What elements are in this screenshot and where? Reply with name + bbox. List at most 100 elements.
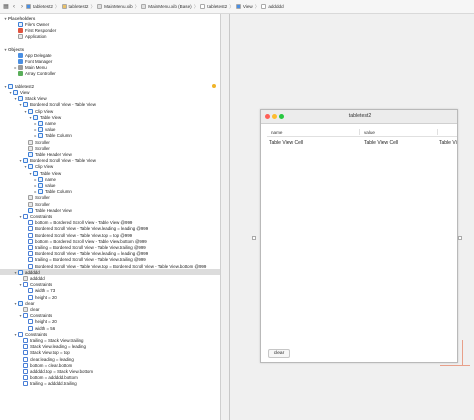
outline-label: Bordered Scroll View - Table View.top = …: [35, 263, 207, 269]
object-icon: [18, 65, 23, 71]
object-icon: [28, 108, 33, 114]
breadcrumb-separator: 〉: [54, 3, 60, 9]
outline-label: Constraints: [30, 313, 53, 319]
window-title: tabletest2: [348, 113, 372, 119]
object-icon: [38, 127, 43, 133]
constraint-icon: [23, 313, 28, 319]
column-divider: [359, 129, 360, 135]
outline-label: First Responder: [25, 27, 57, 33]
outline-label: height = 20: [35, 319, 57, 325]
outline-label: Stack View.top = top: [30, 350, 70, 356]
breadcrumb-item[interactable]: addddd: [261, 4, 284, 9]
breadcrumb-item[interactable]: MainMenu.xib (Base) 〉: [141, 4, 198, 10]
file-icon: [61, 4, 67, 9]
file-icon: [97, 4, 103, 9]
breadcrumb-item[interactable]: View 〉: [235, 3, 260, 10]
constraint-icon: [28, 294, 33, 300]
constraint-icon: [28, 251, 33, 257]
outline-label: value: [45, 127, 56, 133]
outline-label: trailing = Bordered Scroll View - Table …: [35, 257, 146, 263]
constraint-icon: [23, 356, 28, 362]
outline-label: Clip View: [35, 164, 54, 170]
breadcrumb-separator: 〉: [229, 3, 234, 9]
constraint-icon: [23, 350, 28, 356]
document-outline: ▾ Placeholders File's Owner First Responder…: [0, 14, 221, 420]
clear-button[interactable]: clear: [268, 349, 290, 358]
breadcrumb-label: tabletest2: [207, 4, 228, 9]
table-cell[interactable]: Table View: [439, 139, 457, 147]
app-window-preview[interactable]: tabletest2 name value Table View Cell Ta…: [260, 109, 458, 363]
object-icon: [28, 164, 33, 170]
outline-label: Bordered Scroll View - Table View: [30, 102, 96, 108]
object-icon: [18, 269, 23, 275]
outline-label: Constraints: [25, 331, 48, 337]
constraint-icon: [18, 331, 23, 337]
outline-label: Table Header View: [35, 151, 72, 157]
outline-label: bottom = Bordered Scroll View - Table Vi…: [35, 220, 133, 226]
breadcrumb-label: tabletest2: [68, 4, 89, 9]
outline-label: Table View: [40, 170, 62, 176]
outline-label: Stack View: [25, 96, 47, 102]
constraint-icon: [23, 337, 28, 343]
file-icon: [261, 4, 267, 9]
object-icon: [18, 34, 23, 40]
outline-label: View: [20, 89, 30, 95]
outline-row[interactable]: trailing = addddd.trailing: [0, 381, 220, 387]
outline-label: Objects: [8, 46, 25, 52]
outline-label: Constraints: [30, 213, 53, 219]
breadcrumb-item[interactable]: tabletest2 〉: [200, 4, 234, 10]
breadcrumb-label: MainMenu.xib: [104, 4, 133, 9]
table-view[interactable]: name value Table View Cell Table View Ce…: [267, 128, 457, 348]
forward-arrow-icon[interactable]: ›: [18, 3, 26, 11]
outline-label: Scroller: [35, 201, 50, 207]
object-icon: [18, 71, 23, 77]
constraint-icon: [28, 238, 33, 244]
breadcrumb-label: addddd: [268, 4, 284, 9]
constraint-icon: [23, 362, 28, 368]
file-icon: [26, 4, 31, 9]
outline-label: Scroller: [35, 145, 50, 151]
column-header-name[interactable]: name: [271, 128, 283, 136]
table-cell[interactable]: Table View Cell: [269, 139, 303, 147]
outline-label: File's Owner: [25, 21, 50, 27]
constraint-icon: [28, 244, 33, 250]
outline-label: Placeholders: [8, 15, 36, 21]
constraint-icon: [23, 375, 28, 381]
table-cell[interactable]: Table View Cell: [364, 139, 398, 147]
constraint-icon: [28, 220, 33, 226]
outline-label: trailing = Stack View.trailing: [30, 337, 84, 343]
breadcrumb-item[interactable]: MainMenu.xib 〉: [97, 4, 139, 10]
constraint-icon: [23, 368, 28, 374]
resize-handle[interactable]: [458, 236, 462, 240]
constraint-icon: [28, 226, 33, 232]
object-icon: [13, 89, 18, 95]
warning-icon[interactable]: [212, 84, 216, 89]
constraint-icon: [28, 257, 33, 263]
constraint-icon: [28, 319, 33, 325]
back-arrow-icon[interactable]: ‹: [10, 3, 18, 11]
breadcrumb-label: MainMenu.xib (Base): [148, 4, 192, 9]
outline-label: value: [45, 182, 56, 188]
breadcrumb-item[interactable]: tabletest2 〉: [26, 4, 60, 10]
outline-label: Bordered Scroll View - Table View.leadin…: [35, 226, 149, 232]
outline-label: Bordered Scroll View - Table View.top = …: [35, 232, 133, 238]
object-icon: [38, 189, 43, 195]
constraint-icon: [23, 213, 28, 219]
outline-label: Bordered Scroll View - Table View: [30, 158, 96, 164]
outline-label: bottom = addddd.bottom: [30, 375, 78, 381]
object-icon: [18, 58, 23, 64]
breadcrumb-separator: 〉: [254, 3, 260, 9]
object-icon: [38, 120, 43, 126]
outline-label: Clip View: [35, 108, 54, 114]
related-items-grid-icon[interactable]: ▦: [2, 3, 10, 11]
outline-label: Bordered Scroll View - Table View.leadin…: [35, 251, 149, 257]
column-header-value[interactable]: value: [364, 128, 375, 136]
outline-label: Main Menu: [25, 65, 47, 71]
breadcrumb-item[interactable]: tabletest2 〉: [61, 4, 95, 10]
constraint-icon: [28, 232, 33, 238]
outline-label: Table View: [40, 114, 62, 120]
outline-label: Stack View.leading = leading: [30, 344, 86, 350]
object-icon: [8, 83, 13, 89]
resize-handle[interactable]: [252, 236, 256, 240]
breadcrumb-separator: 〉: [193, 3, 199, 9]
